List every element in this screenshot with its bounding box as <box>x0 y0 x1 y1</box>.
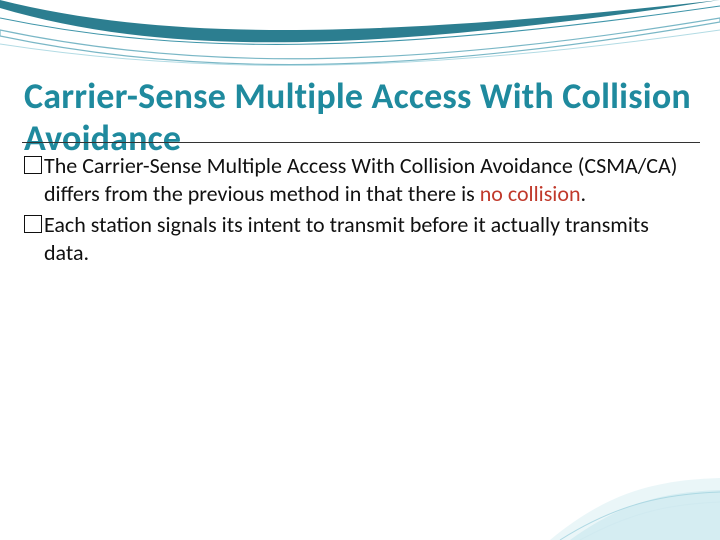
square-bullet-icon <box>24 215 42 233</box>
bullet-item: Each station signals its intent to trans… <box>24 211 690 266</box>
bullet-text: Each station signals its intent to trans… <box>44 211 690 266</box>
swoosh-decoration <box>0 0 720 80</box>
square-bullet-icon <box>24 156 42 174</box>
corner-decoration <box>550 430 720 540</box>
bullet-text-pre: Each station signals its intent to trans… <box>44 211 649 266</box>
slide-title: Carrier-Sense Multiple Access With Colli… <box>24 76 696 159</box>
title-underline <box>22 142 700 143</box>
slide: Carrier-Sense Multiple Access With Colli… <box>0 0 720 540</box>
bullet-text: The Carrier-Sense Multiple Access With C… <box>44 152 690 207</box>
bullet-text-emphasis: no collision <box>480 180 581 207</box>
bullet-item: The Carrier-Sense Multiple Access With C… <box>24 152 690 207</box>
bullet-text-post: . <box>581 180 587 207</box>
body-text: The Carrier-Sense Multiple Access With C… <box>24 152 690 270</box>
